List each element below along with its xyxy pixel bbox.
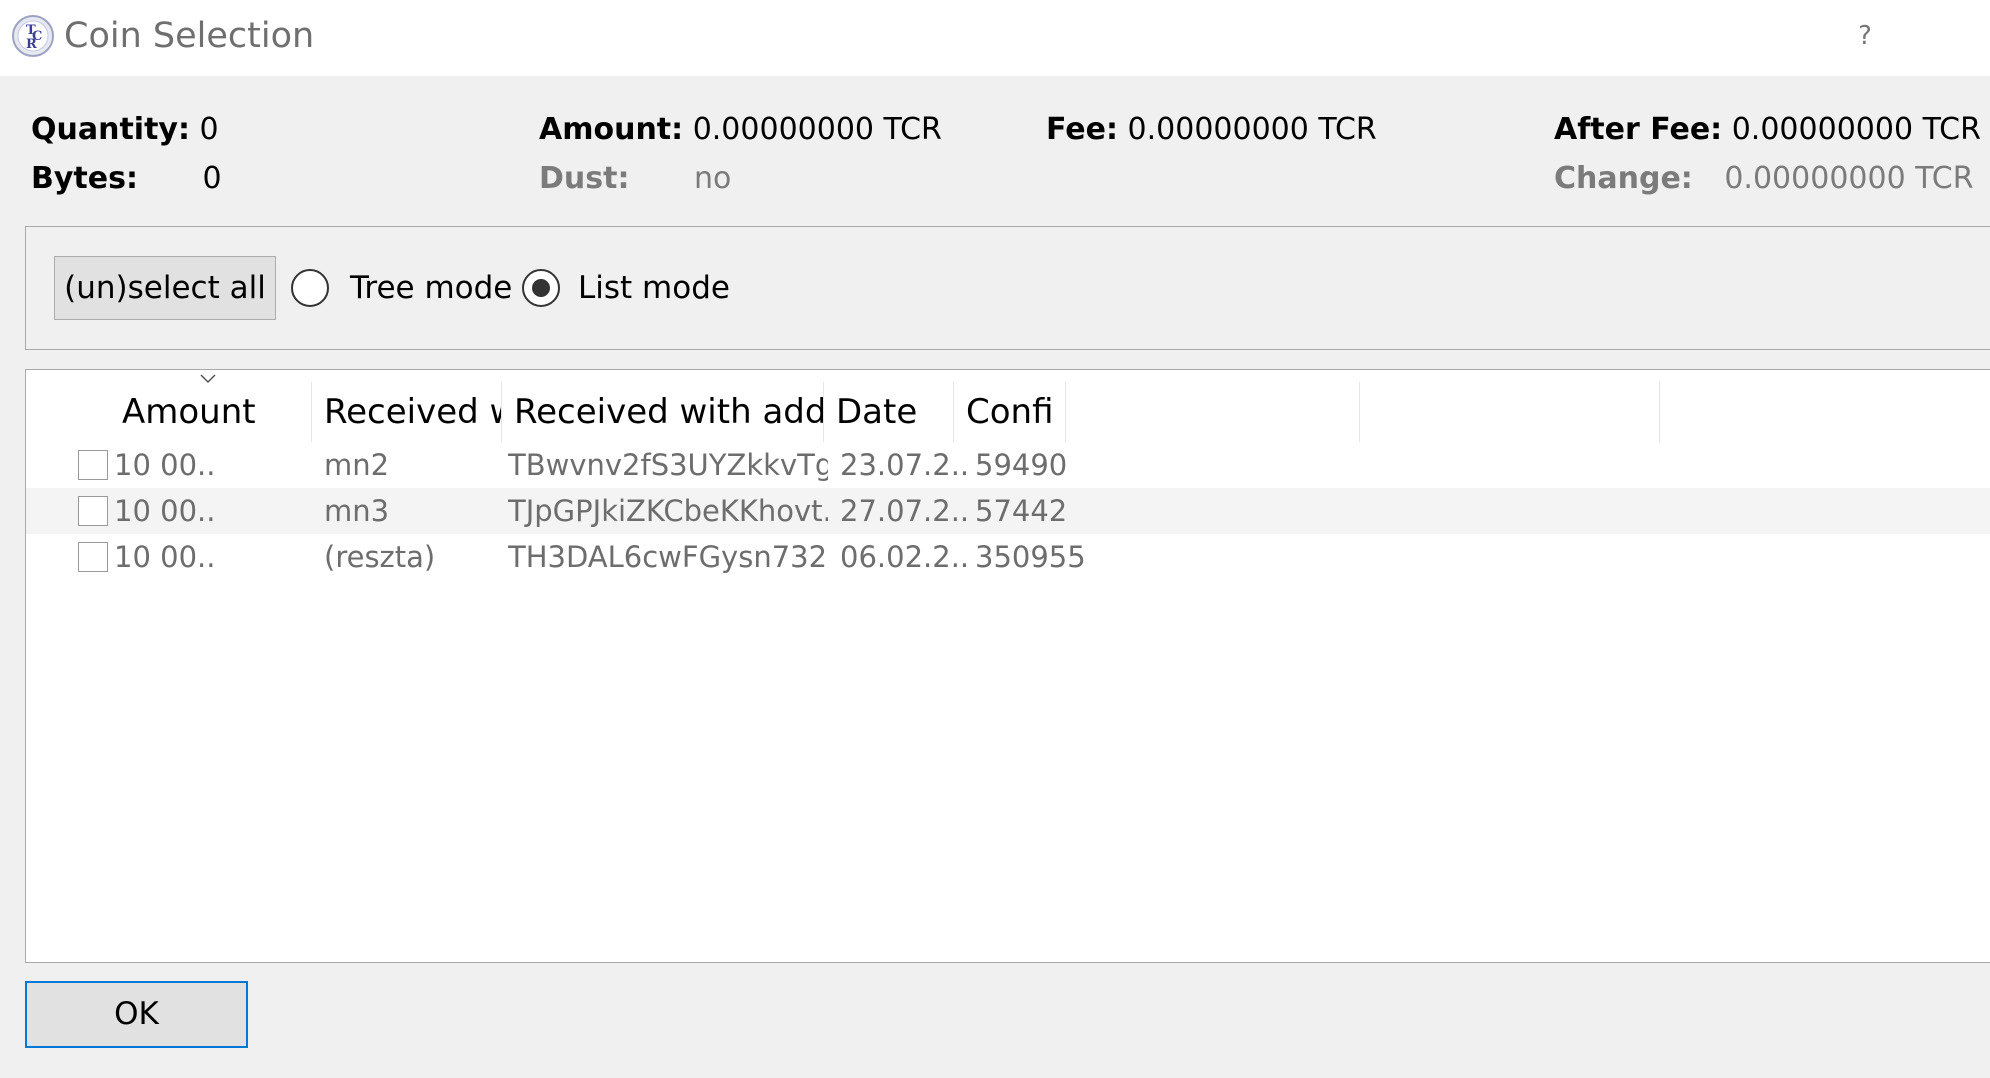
column-header-amount[interactable]: Amount bbox=[110, 382, 312, 442]
after-fee-summary: After Fee: 0.00000000 TCR bbox=[1554, 110, 1981, 150]
dust-summary: Dust: no bbox=[539, 159, 731, 199]
change-label: Change: bbox=[1554, 161, 1693, 196]
row-confirmations: 57442 bbox=[975, 494, 1068, 528]
amount-label: Amount: bbox=[539, 112, 684, 147]
tree-mode-label[interactable]: Tree mode bbox=[350, 268, 512, 308]
selection-mode-panel: (un)select all Tree mode List mode bbox=[25, 226, 1990, 350]
fee-label: Fee: bbox=[1046, 112, 1118, 147]
row-confirmations: 350955 bbox=[975, 540, 1086, 574]
dust-label: Dust: bbox=[539, 161, 630, 196]
table-row[interactable]: 10 00... (reszta) TH3DAL6cwFGysn732... 0… bbox=[26, 534, 1990, 580]
change-value: 0.00000000 TCR bbox=[1724, 161, 1974, 196]
quantity-value: 0 bbox=[199, 112, 219, 147]
bytes-value: 0 bbox=[202, 161, 222, 196]
tree-mode-radio[interactable] bbox=[291, 269, 329, 307]
column-header-empty[interactable] bbox=[1360, 382, 1660, 442]
help-button[interactable]: ? bbox=[1850, 14, 1880, 58]
row-address: TH3DAL6cwFGysn732... bbox=[508, 540, 828, 574]
amount-summary: Amount: 0.00000000 TCR bbox=[539, 110, 942, 150]
change-summary: Change: 0.00000000 TCR bbox=[1554, 159, 1974, 199]
list-mode-label[interactable]: List mode bbox=[578, 268, 730, 308]
svg-text:R: R bbox=[26, 37, 37, 52]
amount-value: 0.00000000 TCR bbox=[692, 112, 942, 147]
column-header-confirmations[interactable]: Confi bbox=[954, 382, 1066, 442]
row-amount: 10 00... bbox=[114, 540, 214, 574]
column-header-label[interactable]: Received w bbox=[312, 382, 502, 442]
table-row[interactable]: 10 00... mn2 TBwvnv2fS3UYZkkvTg... 23.07… bbox=[26, 442, 1990, 488]
window-title: Coin Selection bbox=[64, 16, 315, 56]
quantity-summary: Quantity: 0 bbox=[31, 110, 219, 150]
row-date: 27.07.2... bbox=[840, 494, 970, 528]
after-fee-value: 0.00000000 TCR bbox=[1731, 112, 1981, 147]
row-confirmations: 59490 bbox=[975, 448, 1068, 482]
unselect-all-button[interactable]: (un)select all bbox=[54, 256, 276, 320]
row-amount: 10 00... bbox=[114, 448, 214, 482]
column-header-empty[interactable] bbox=[1066, 382, 1360, 442]
column-header-date[interactable]: Date bbox=[824, 382, 954, 442]
column-header-address[interactable]: Received with addr bbox=[502, 382, 824, 442]
app-logo-icon: T C R bbox=[12, 15, 54, 57]
row-address: TJpGPJkiZKCbeKKhovt... bbox=[508, 494, 828, 528]
row-label: mn3 bbox=[324, 494, 390, 528]
row-date: 23.07.2... bbox=[840, 448, 970, 482]
fee-value: 0.00000000 TCR bbox=[1127, 112, 1377, 147]
table-row[interactable]: 10 00... mn3 TJpGPJkiZKCbeKKhovt... 27.0… bbox=[26, 488, 1990, 534]
list-mode-radio[interactable] bbox=[522, 269, 560, 307]
quantity-label: Quantity: bbox=[31, 112, 190, 147]
after-fee-label: After Fee: bbox=[1554, 112, 1723, 147]
coin-table[interactable]: Amount Received w Received with addr Dat… bbox=[25, 369, 1990, 963]
row-checkbox[interactable] bbox=[78, 450, 108, 480]
row-checkbox[interactable] bbox=[78, 542, 108, 572]
bytes-label: Bytes: bbox=[31, 161, 138, 196]
bytes-summary: Bytes: 0 bbox=[31, 159, 222, 199]
fee-summary: Fee: 0.00000000 TCR bbox=[1046, 110, 1377, 150]
row-date: 06.02.2... bbox=[840, 540, 970, 574]
ok-button[interactable]: OK bbox=[25, 981, 248, 1048]
row-checkbox[interactable] bbox=[78, 496, 108, 526]
row-address: TBwvnv2fS3UYZkkvTg... bbox=[508, 448, 828, 482]
dust-value: no bbox=[694, 161, 732, 196]
row-label: mn2 bbox=[324, 448, 390, 482]
title-bar: T C R Coin Selection ? bbox=[0, 0, 1990, 76]
row-amount: 10 00... bbox=[114, 494, 214, 528]
radio-selected-dot bbox=[532, 279, 550, 297]
row-label: (reszta) bbox=[324, 540, 436, 574]
